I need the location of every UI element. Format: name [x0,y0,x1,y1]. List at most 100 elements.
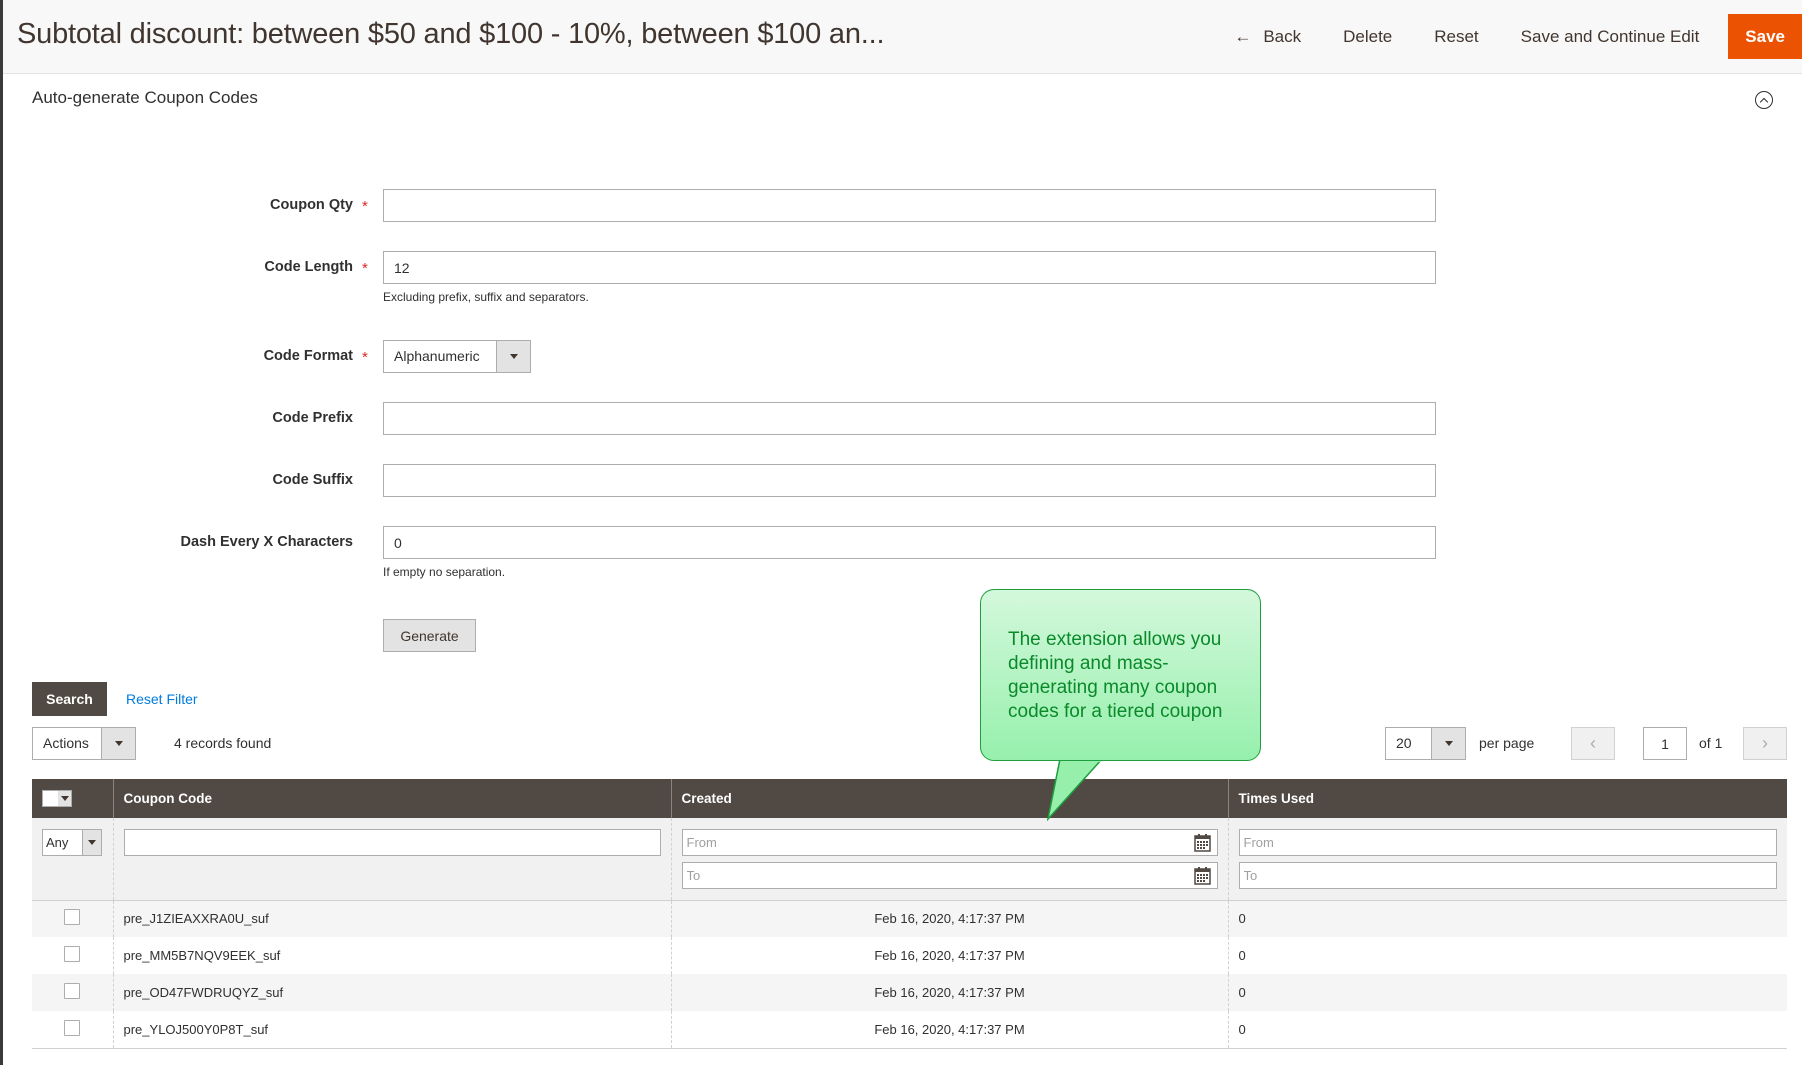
created-to-input[interactable] [681,862,1218,889]
created-from-input[interactable] [681,829,1218,856]
coupon-code-filter-cell [112,818,671,901]
calendar-icon[interactable] [1193,833,1212,852]
any-select-value: Any [46,835,69,850]
required-asterisk: * [362,198,368,215]
times-used-filter-cell [1227,818,1787,901]
grid-header-row: Coupon Code Created Times Used [32,779,1787,818]
chevron-right-icon: › [1762,733,1768,753]
coupon-code-cell: pre_J1ZIEAXXRA0U_suf [112,900,671,937]
times-used-cell: 0 [1227,900,1787,937]
coupon-codes-grid: Coupon Code Created Times Used Any From … [32,779,1787,1049]
callout-text: The extension allows you defining and ma… [1008,629,1223,722]
page-number-input[interactable] [1643,727,1687,760]
chevron-down-icon [496,341,530,372]
required-asterisk: * [362,349,368,366]
required-asterisk: * [362,260,368,277]
code-prefix-label: Code Prefix [272,410,353,426]
chevron-left-icon: ‹ [1590,733,1596,753]
code-format-label: Code Format [263,348,353,364]
code-format-select[interactable]: Alphanumeric [383,340,531,373]
chevron-down-icon [101,728,135,759]
records-count: 4 records found [174,735,272,751]
column-header-created[interactable]: Created [670,779,1228,818]
coupon-code-cell: pre_OD47FWDRUQYZ_suf [112,974,671,1011]
filter-row: Any [32,818,1787,901]
code-suffix-label: Code Suffix [272,472,353,488]
annotation-callout: The extension allows you defining and ma… [980,589,1261,761]
row-select-cell [32,1011,113,1049]
per-page-label: per page [1479,735,1535,751]
back-button[interactable]: ← Back [1213,14,1322,59]
per-page-select[interactable]: 20 [1385,727,1466,760]
times-used-from-input[interactable] [1238,829,1777,856]
column-header-times-used[interactable]: Times Used [1227,779,1787,818]
mass-select-filter-cell: Any [32,818,113,901]
any-select[interactable]: Any [42,829,102,856]
previous-page-button[interactable]: ‹ [1571,727,1615,760]
created-cell: Feb 16, 2020, 4:17:37 PM [670,1011,1228,1049]
window-edge [0,0,3,1065]
table-row: pre_YLOJ500Y0P8T_suf Feb 16, 2020, 4:17:… [32,1011,1787,1049]
page-total: of 1 [1699,735,1723,751]
page-title: Subtotal discount: between $50 and $100 … [17,18,885,50]
code-format-value: Alphanumeric [394,348,480,364]
coupon-code-cell: pre_MM5B7NQV9EEK_suf [112,937,671,974]
chevron-down-icon [58,791,71,806]
search-button[interactable]: Search [32,682,107,716]
generate-button[interactable]: Generate [383,619,476,652]
page-header: Subtotal discount: between $50 and $100 … [3,0,1802,74]
times-used-cell: 0 [1227,974,1787,1011]
arrow-left-icon: ← [1234,26,1252,46]
calendar-icon[interactable] [1193,866,1212,885]
created-cell: Feb 16, 2020, 4:17:37 PM [670,974,1228,1011]
chevron-down-icon [82,830,101,855]
times-used-to-input[interactable] [1238,862,1777,889]
mass-select-checkbox[interactable] [43,791,58,806]
reset-button[interactable]: Reset [1413,14,1499,59]
row-select-cell [32,937,113,974]
table-row: pre_MM5B7NQV9EEK_suf Feb 16, 2020, 4:17:… [32,937,1787,974]
row-select-cell [32,900,113,937]
code-length-label: Code Length [264,259,353,275]
code-prefix-input[interactable] [383,402,1436,435]
actions-value: Actions [43,735,89,751]
table-row: pre_OD47FWDRUQYZ_suf Feb 16, 2020, 4:17:… [32,974,1787,1011]
chevron-down-icon [1431,728,1465,759]
actions-select[interactable]: Actions [32,727,136,760]
save-and-continue-button[interactable]: Save and Continue Edit [1500,14,1721,59]
row-checkbox[interactable] [64,946,81,962]
dash-every-input[interactable] [383,526,1436,559]
back-label: Back [1263,26,1302,46]
code-length-input[interactable] [383,251,1436,284]
next-page-button[interactable]: › [1743,727,1787,760]
coupon-qty-label: Coupon Qty [270,197,353,213]
collapse-section-icon[interactable] [1755,91,1773,109]
row-checkbox[interactable] [64,909,81,926]
save-button[interactable]: Save [1728,14,1802,59]
created-cell: Feb 16, 2020, 4:17:37 PM [670,937,1228,974]
coupon-code-cell: pre_YLOJ500Y0P8T_suf [112,1011,671,1049]
row-checkbox[interactable] [64,1019,81,1036]
header-actions: ← Back Delete Reset Save and Continue Ed… [1213,14,1802,59]
section-title: Auto-generate Coupon Codes [32,88,258,107]
row-select-cell [32,974,113,1011]
row-checkbox[interactable] [64,983,81,999]
times-used-cell: 0 [1227,937,1787,974]
dash-every-label: Dash Every X Characters [180,534,354,550]
mass-select-header [32,779,113,818]
created-cell: Feb 16, 2020, 4:17:37 PM [670,900,1228,937]
callout-pointer [1046,759,1104,821]
code-suffix-input[interactable] [383,464,1436,497]
dash-every-note: If empty no separation. [383,565,506,579]
coupon-qty-input[interactable] [383,189,1436,222]
times-used-cell: 0 [1227,1011,1787,1049]
code-length-note: Excluding prefix, suffix and separators. [383,290,589,304]
created-filter-cell [670,818,1228,901]
table-row: pre_J1ZIEAXXRA0U_suf Feb 16, 2020, 4:17:… [32,900,1787,937]
coupon-code-filter-input[interactable] [123,829,661,856]
mass-select-dropdown[interactable] [42,790,72,807]
reset-filter-link[interactable]: Reset Filter [126,691,198,707]
per-page-value: 20 [1396,735,1412,751]
delete-button[interactable]: Delete [1322,14,1413,59]
column-header-coupon-code[interactable]: Coupon Code [112,779,671,818]
